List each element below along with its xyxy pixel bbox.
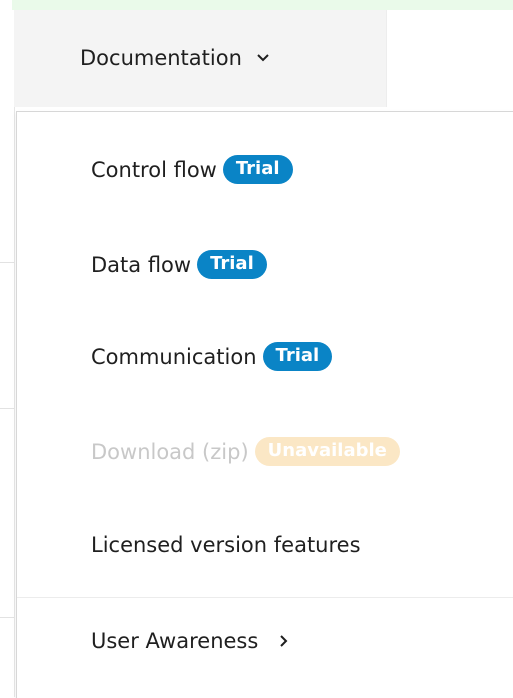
trial-badge: Trial <box>197 250 267 279</box>
menu-item-label: Data flow <box>91 252 192 277</box>
menu-item-licensed-version-features[interactable]: Licensed version features <box>91 533 361 557</box>
menu-item-label: User Awareness <box>91 629 259 653</box>
underlying-divider <box>0 408 14 409</box>
unavailable-badge: Unavailable <box>254 437 400 466</box>
menu-divider <box>17 597 513 598</box>
documentation-menu-toggle[interactable]: Documentation <box>80 46 272 70</box>
documentation-dropdown-menu: Control flow Trial Data flow Trial Commu… <box>16 111 513 698</box>
menu-item-label: Communication <box>91 344 257 369</box>
underlying-divider <box>0 617 14 618</box>
menu-item-label: Download (zip) <box>91 439 249 464</box>
menu-item-control-flow[interactable]: Control flow Trial <box>91 155 293 184</box>
trial-badge: Trial <box>262 342 333 371</box>
nav-right-area <box>386 10 513 107</box>
top-accent-bar <box>12 0 513 10</box>
chevron-down-icon <box>257 54 269 62</box>
menu-item-data-flow[interactable]: Data flow Trial <box>91 250 267 279</box>
menu-item-label: Control flow <box>91 157 217 182</box>
underlying-divider <box>0 262 14 263</box>
menu-item-communication[interactable]: Communication Trial <box>91 342 333 371</box>
chevron-right-icon <box>280 635 288 647</box>
menu-item-user-awareness[interactable]: User Awareness <box>91 629 290 653</box>
top-nav-bar: Documentation <box>14 10 513 107</box>
documentation-label: Documentation <box>80 46 242 70</box>
menu-item-download-zip: Download (zip) Unavailable <box>91 437 400 466</box>
menu-item-label: Licensed version features <box>91 533 361 557</box>
underlying-page-edge <box>0 10 15 697</box>
trial-badge: Trial <box>222 155 293 184</box>
